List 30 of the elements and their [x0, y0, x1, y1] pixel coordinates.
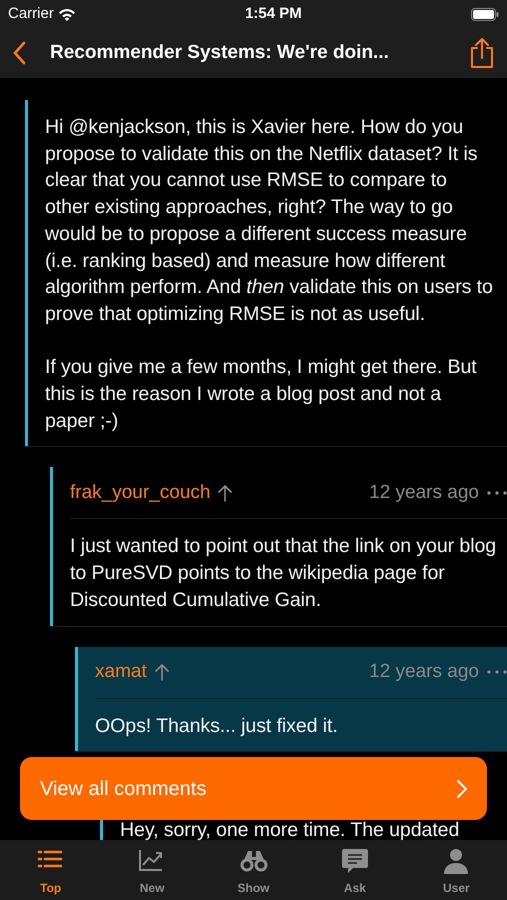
tab[interactable]: Top [0, 840, 102, 900]
chat-icon [340, 848, 369, 875]
comment-text: OOps! Thanks... just fixed it. [95, 714, 339, 739]
page-title: Recommender Systems: We're doin... [50, 40, 389, 65]
author-name[interactable]: frak_your_couch [70, 478, 210, 508]
back-button[interactable] [12, 40, 26, 66]
tab[interactable]: New [101, 840, 203, 900]
comment-text: Hi @kenjackson, this is Xavier here. How do you propose to validate this on the Netflix dataset? It is clear that you cannot use RMSE to compare to other existing approaches, right? The way to go would be to propose a different success measure (i.e. ranking based) and measure how different algorithm perform. And then validate this on users to prove that optimizing RMSE is not as useful. If you give me a few months, I might get there. But this is the reason I wrote a blog post and not a paper ;-) [45, 115, 494, 434]
back-icon [12, 40, 26, 65]
battery-icon [470, 8, 499, 20]
share-button[interactable] [469, 37, 495, 69]
upvote-icon[interactable] [218, 484, 232, 502]
author-name[interactable]: xamat [95, 658, 147, 686]
more-icon[interactable] [487, 490, 507, 495]
comment-text: I just wanted to point out that the link on your blog to PureSVD points to the wikipedia page for Discounted Cumulative Gain. [70, 534, 498, 613]
clock: 1:54 PM [245, 4, 302, 24]
share-icon [469, 37, 495, 69]
carrier-label: Carrier [8, 4, 54, 24]
comment-text: Hey, sorry, one more time. The updated [120, 819, 460, 840]
tab[interactable]: Ask [304, 840, 406, 900]
view-all-comments-button[interactable]: View all comments [20, 757, 487, 820]
upvote-icon[interactable] [154, 663, 169, 682]
more-icon[interactable] [487, 670, 507, 674]
comment-time: 12 years ago [369, 480, 479, 505]
wifi-icon [58, 8, 76, 20]
tab[interactable]: User [406, 840, 507, 900]
tab[interactable]: Show [202, 840, 304, 900]
comment-time: 12 years ago [369, 660, 479, 684]
person-icon [442, 848, 470, 875]
chevron-right-icon [457, 780, 467, 798]
